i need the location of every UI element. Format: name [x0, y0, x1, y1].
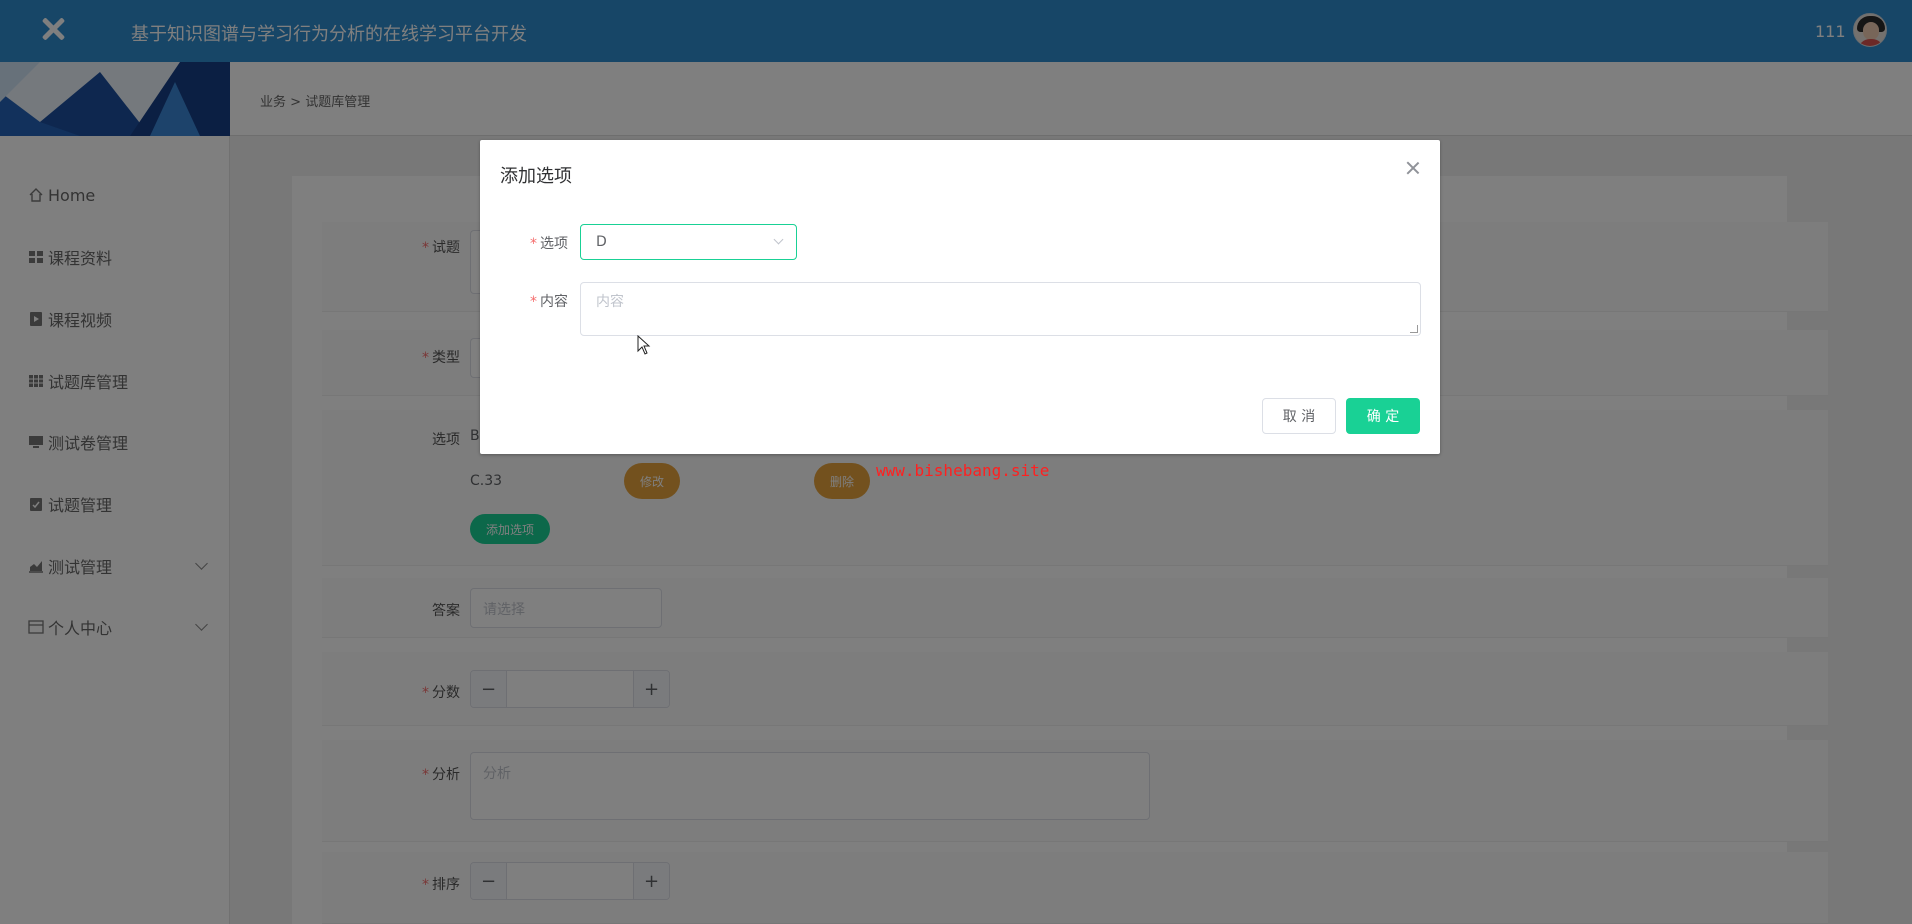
cancel-button[interactable]: 取 消: [1262, 398, 1336, 434]
option-label: * 选项: [530, 236, 568, 252]
chevron-down-icon: [773, 234, 784, 245]
watermark: www.bishebang.site: [876, 461, 1050, 480]
close-icon[interactable]: [1405, 160, 1421, 176]
option-select-value: D: [596, 234, 607, 250]
confirm-button[interactable]: 确 定: [1346, 398, 1420, 434]
content-placeholder: 内容: [596, 294, 624, 310]
add-option-dialog: 添加选项 * 选项 D * 内容 内容 取 消 确 定: [480, 140, 1440, 454]
resize-handle-icon[interactable]: [1410, 325, 1418, 333]
dialog-title: 添加选项: [500, 166, 572, 187]
content-textarea[interactable]: 内容: [580, 282, 1421, 336]
content-label: * 内容: [530, 294, 568, 310]
option-select[interactable]: D: [580, 224, 797, 260]
